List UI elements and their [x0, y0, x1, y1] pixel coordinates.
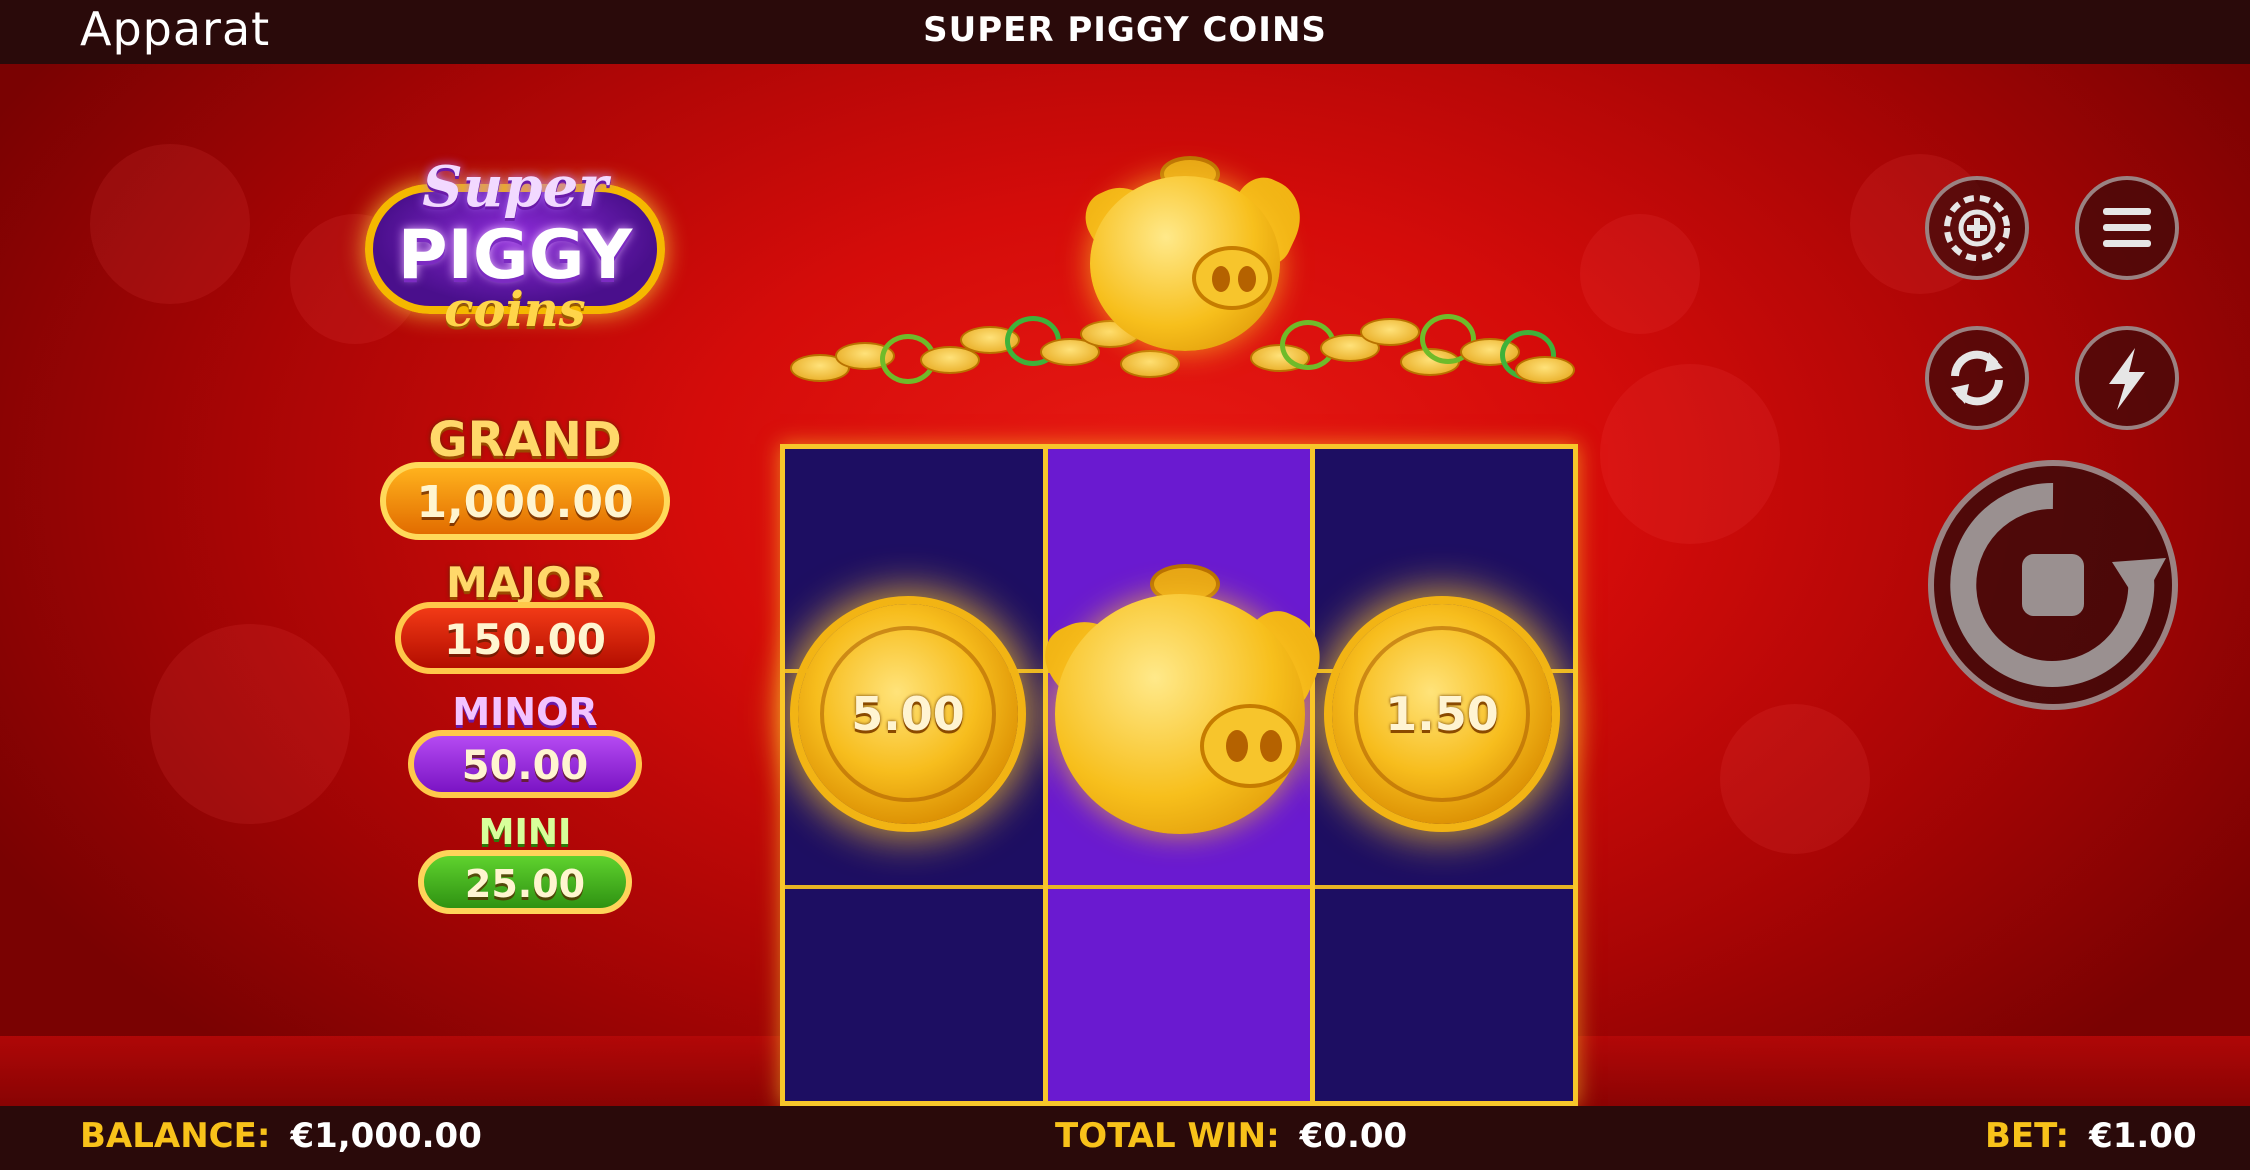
coin-value: 5.00 — [851, 687, 965, 741]
pile-coin — [1515, 356, 1575, 384]
lightning-bolt-icon — [2109, 348, 2145, 410]
jackpot-mini-label: MINI — [478, 812, 572, 853]
autoplay-button[interactable] — [1925, 326, 2029, 430]
bokeh-light — [150, 624, 350, 824]
piggy-snout — [1192, 246, 1272, 310]
total-win-display: TOTAL WIN: €0.00 — [1055, 1116, 1407, 1156]
jackpot-grand: GRAND 1,000.00 — [380, 412, 670, 542]
jackpot-grand-value: 1,000.00 — [380, 462, 670, 540]
bet-value: €1.00 — [2089, 1116, 2197, 1156]
top-piggy-bank — [1076, 156, 1314, 356]
jackpot-mini-value: 25.00 — [418, 850, 632, 914]
reel-divider — [1043, 449, 1048, 1101]
row-divider — [785, 885, 1573, 889]
logo-coins-text: coins — [444, 282, 586, 338]
autoplay-arrows-icon — [1951, 350, 2003, 406]
bokeh-light — [1720, 704, 1870, 854]
piggy-snout — [1200, 704, 1300, 788]
bokeh-light — [1600, 364, 1780, 544]
game-stage: Super PIGGY coins GRAND 1,000.00 MAJOR 1… — [0, 64, 2250, 1106]
jackpot-minor: MINOR 50.00 — [408, 690, 642, 802]
coin-symbol: 1.50 — [1332, 604, 1552, 824]
game-title: SUPER PIGGY COINS — [923, 10, 1327, 50]
jackpot-grand-label: GRAND — [428, 412, 622, 468]
bottom-bar: BALANCE: €1,000.00 TOTAL WIN: €0.00 BET: €1… — [0, 1106, 2250, 1170]
bokeh-light — [1580, 214, 1700, 334]
bokeh-light — [90, 144, 250, 304]
coin-symbol: 5.00 — [798, 604, 1018, 824]
bet-label: BET: — [1985, 1116, 2070, 1156]
logo-super-text: Super — [422, 154, 608, 220]
chips-button[interactable] — [1925, 176, 2029, 280]
total-win-label: TOTAL WIN: — [1055, 1116, 1280, 1156]
piggy-symbol — [1034, 564, 1336, 864]
jackpot-minor-value: 50.00 — [408, 730, 642, 798]
turbo-button[interactable] — [2075, 326, 2179, 430]
jackpot-major-label: MAJOR — [446, 558, 604, 607]
hamburger-menu-icon — [2103, 208, 2151, 247]
stop-spin-icon — [1950, 482, 2166, 687]
pile-coin — [1360, 318, 1420, 346]
coin-value: 1.50 — [1385, 687, 1499, 741]
spin-button[interactable] — [1928, 460, 2178, 710]
jackpot-major: MAJOR 150.00 — [395, 558, 655, 678]
balance-label: BALANCE: — [80, 1116, 271, 1156]
balance-value: €1,000.00 — [290, 1116, 482, 1156]
bet-display[interactable]: BET: €1.00 — [1985, 1116, 2197, 1156]
total-win-value: €0.00 — [1299, 1116, 1408, 1156]
jackpot-mini: MINI 25.00 — [418, 812, 632, 920]
jackpot-minor-label: MINOR — [452, 690, 598, 734]
top-bar: Apparat SUPER PIGGY COINS — [0, 0, 2250, 64]
balance-display: BALANCE: €1,000.00 — [80, 1116, 482, 1156]
game-logo: Super PIGGY coins — [365, 114, 665, 344]
menu-button[interactable] — [2075, 176, 2179, 280]
chip-plus-icon — [1944, 195, 2010, 261]
jackpot-major-value: 150.00 — [395, 602, 655, 674]
